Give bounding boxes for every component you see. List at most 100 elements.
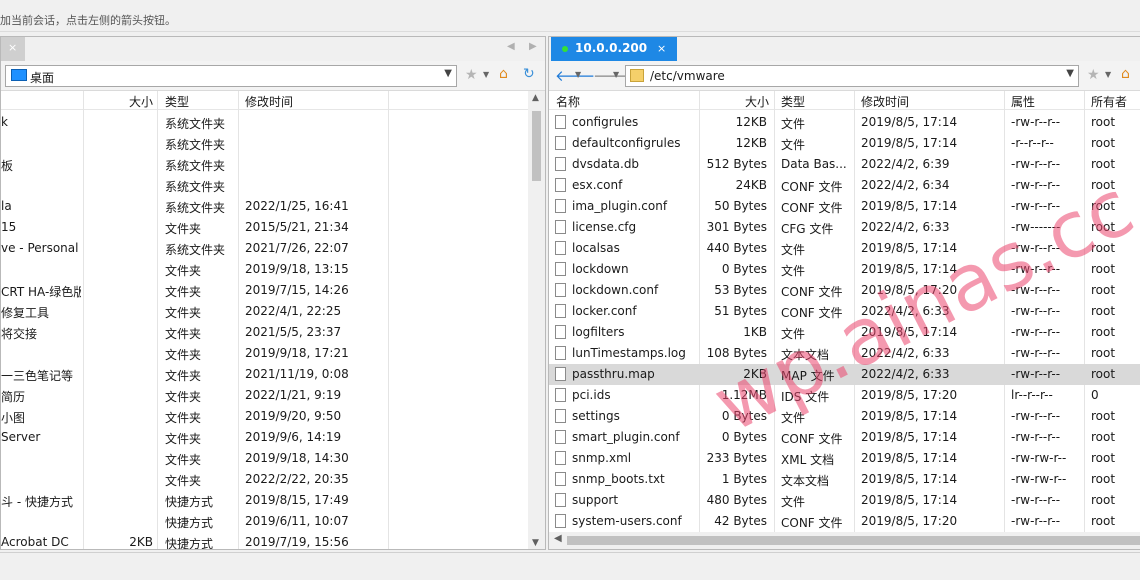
close-icon[interactable]: × <box>8 41 17 54</box>
favorites-dropdown-icon[interactable]: ▼ <box>483 70 489 79</box>
local-path-box[interactable]: 桌面 ▼ <box>5 65 457 87</box>
star-icon[interactable]: ★ <box>1087 67 1100 83</box>
file-type: Data Bas... <box>781 157 847 171</box>
scroll-up-icon[interactable]: ▲ <box>532 93 539 103</box>
col-modified-header[interactable]: 修改时间 <box>861 93 909 110</box>
table-row[interactable]: ve - Personal 系统文件夹 2021/7/26, 22:07 <box>1 238 545 259</box>
col-perms-header[interactable]: 属性 <box>1011 93 1035 110</box>
col-owner-header[interactable]: 所有者 <box>1091 93 1127 110</box>
table-row[interactable]: 板 系统文件夹 <box>1 154 545 175</box>
session-tab[interactable]: 10.0.0.200 × <box>551 37 677 61</box>
scroll-left-icon[interactable]: ◀ <box>554 533 562 544</box>
star-icon[interactable]: ★ <box>465 67 478 83</box>
forward-dropdown-icon[interactable]: ▼ <box>613 70 619 79</box>
table-row[interactable]: 斗 - 快捷方式 快捷方式 2019/8/15, 17:49 <box>1 490 545 511</box>
local-file-list: k 系统文件夹 系统文件夹板系统文件夹 系统文件夹 la 系统文件夹 2022/1/25, … <box>1 112 545 549</box>
table-row[interactable]: pci.ids 1.12MB IDS 文件 2019/8/5, 17:20 lr--r-… <box>549 385 1140 406</box>
table-row[interactable]: 系统文件夹 <box>1 175 545 196</box>
table-row[interactable]: license.cfg 301 Bytes CFG 文件 2022/4/2, 6:33… <box>549 217 1140 238</box>
col-size-header[interactable]: 大小 <box>91 93 153 110</box>
table-row[interactable]: Acrobat DC 2KB 快捷方式 2019/7/19, 15:56 <box>1 532 545 549</box>
table-row[interactable]: esx.conf 24KB CONF 文件 2022/4/2, 6:34 -rw-r--… <box>549 175 1140 196</box>
table-row[interactable]: 15 文件夹 2015/5/21, 21:34 <box>1 217 545 238</box>
file-icon <box>555 136 566 150</box>
table-row[interactable]: k 系统文件夹 <box>1 112 545 133</box>
table-row[interactable]: localsas 440 Bytes 文件 2019/8/5, 17:14 -rw-r-… <box>549 238 1140 259</box>
scroll-thumb[interactable] <box>532 111 541 181</box>
file-modified: 2019/8/5, 17:14 <box>861 241 958 255</box>
table-row[interactable]: 简历 文件夹 2022/1/21, 9:19 <box>1 385 545 406</box>
table-row[interactable]: 修复工具 文件夹 2022/4/1, 22:25 <box>1 301 545 322</box>
table-row[interactable]: 文件夹 2019/9/18, 13:15 <box>1 259 545 280</box>
table-row[interactable]: 将交接 文件夹 2021/5/5, 23:37 <box>1 322 545 343</box>
col-modified-header[interactable]: 修改时间 <box>245 93 293 110</box>
table-row[interactable]: locker.conf 51 Bytes CONF 文件 2022/4/2, 6:33… <box>549 301 1140 322</box>
table-row[interactable]: passthru.map 2KB MAP 文件 2022/4/2, 6:33 -rw-r… <box>549 364 1140 385</box>
table-row[interactable]: 文件夹 2022/2/22, 20:35 <box>1 469 545 490</box>
file-size: 233 Bytes <box>706 451 767 465</box>
close-icon[interactable]: × <box>657 42 666 55</box>
table-row[interactable]: settings 0 Bytes 文件 2019/8/5, 17:14 -rw-r--r… <box>549 406 1140 427</box>
table-row[interactable]: snmp.xml 233 Bytes XML 文档 2019/8/5, 17:14 -r… <box>549 448 1140 469</box>
table-row[interactable]: logfilters 1KB 文件 2019/8/5, 17:14 -rw-r--r--… <box>549 322 1140 343</box>
home-icon[interactable]: ⌂ <box>499 66 508 82</box>
file-modified: 2022/1/25, 16:41 <box>245 199 349 213</box>
table-row[interactable]: smart_plugin.conf 0 Bytes CONF 文件 2019/8/5,… <box>549 427 1140 448</box>
table-row[interactable]: la 系统文件夹 2022/1/25, 16:41 <box>1 196 545 217</box>
table-row[interactable]: lockdown.conf 53 Bytes CONF 文件 2019/8/5, 17… <box>549 280 1140 301</box>
file-type: CONF 文件 <box>781 285 843 299</box>
file-modified: 2019/8/5, 17:20 <box>861 514 958 528</box>
table-row[interactable]: system-users.conf 42 Bytes CONF 文件 2019/8/5… <box>549 511 1140 532</box>
table-row[interactable]: 小图 文件夹 2019/9/20, 9:50 <box>1 406 545 427</box>
file-perms: -rw-r--r-- <box>1011 493 1061 507</box>
remote-horizontal-scrollbar[interactable]: ◀ <box>549 532 1140 549</box>
home-icon[interactable]: ⌂ <box>1121 66 1130 82</box>
file-name: defaultconfigrules <box>572 136 681 150</box>
table-row[interactable]: 文件夹 2019/9/18, 17:21 <box>1 343 545 364</box>
connected-status-icon <box>562 46 568 52</box>
table-row[interactable]: Server 文件夹 2019/9/6, 14:19 <box>1 427 545 448</box>
file-owner: root <box>1091 136 1116 150</box>
file-perms: -rw-r--r-- <box>1011 283 1061 297</box>
file-perms: -rw-rw-r-- <box>1011 472 1067 486</box>
favorites-dropdown-icon[interactable]: ▼ <box>1105 70 1111 79</box>
back-dropdown-icon[interactable]: ▼ <box>575 70 581 79</box>
refresh-icon[interactable]: ↻ <box>523 66 535 82</box>
table-row[interactable]: defaultconfigrules 12KB 文件 2019/8/5, 17:14 -… <box>549 133 1140 154</box>
scroll-thumb[interactable] <box>567 536 1140 545</box>
file-type: 文件 <box>781 138 806 152</box>
table-row[interactable]: 一三色笔记等 文件夹 2021/11/19, 0:08 <box>1 364 545 385</box>
table-row[interactable]: configrules 12KB 文件 2019/8/5, 17:14 -rw-r--r… <box>549 112 1140 133</box>
table-row[interactable]: CRT HA-绿色版 文件夹 2019/7/15, 14:26 <box>1 280 545 301</box>
tab-scroll-left-icon[interactable]: ◀ <box>507 41 515 52</box>
table-row[interactable]: snmp_boots.txt 1 Bytes 文本文档 2019/8/5, 17:14… <box>549 469 1140 490</box>
file-modified: 2019/8/15, 17:49 <box>245 493 349 507</box>
file-type: 系统文件夹 <box>165 159 226 173</box>
file-type: 快捷方式 <box>165 516 214 530</box>
file-modified: 2019/9/18, 13:15 <box>245 262 349 276</box>
file-type: 快捷方式 <box>165 495 214 509</box>
chevron-down-icon[interactable]: ▼ <box>444 68 452 79</box>
file-type: 文本文档 <box>781 348 830 362</box>
col-name-header[interactable]: 名称 <box>556 93 580 110</box>
table-row[interactable]: ima_plugin.conf 50 Bytes CONF 文件 2019/8/5, … <box>549 196 1140 217</box>
col-size-header[interactable]: 大小 <box>699 93 769 110</box>
file-name: 一三色笔记等 <box>1 369 74 383</box>
chevron-down-icon[interactable]: ▼ <box>1066 68 1074 79</box>
tab-scroll-right-icon[interactable]: ▶ <box>529 41 537 52</box>
table-row[interactable]: 快捷方式 2019/6/11, 10:07 <box>1 511 545 532</box>
scroll-down-icon[interactable]: ▼ <box>532 538 539 548</box>
col-type-header[interactable]: 类型 <box>165 93 189 110</box>
file-icon <box>555 514 566 528</box>
table-row[interactable]: dvsdata.db 512 Bytes Data Bas... 2022/4/2, … <box>549 154 1140 175</box>
table-row[interactable]: lunTimestamps.log 108 Bytes 文本文档 2022/4/2, … <box>549 343 1140 364</box>
local-vertical-scrollbar[interactable]: ▲ ▼ <box>528 91 545 549</box>
remote-path-box[interactable]: /etc/vmware ▼ <box>625 65 1079 87</box>
local-tab[interactable]: × <box>1 37 25 61</box>
table-row[interactable]: 文件夹 2019/9/18, 14:30 <box>1 448 545 469</box>
table-row[interactable]: lockdown 0 Bytes 文件 2019/8/5, 17:14 -rw-r--r… <box>549 259 1140 280</box>
table-row[interactable]: 系统文件夹 <box>1 133 545 154</box>
col-type-header[interactable]: 类型 <box>781 93 805 110</box>
file-perms: -rw-r--r-- <box>1011 325 1061 339</box>
table-row[interactable]: support 480 Bytes 文件 2019/8/5, 17:14 -rw-r--… <box>549 490 1140 511</box>
